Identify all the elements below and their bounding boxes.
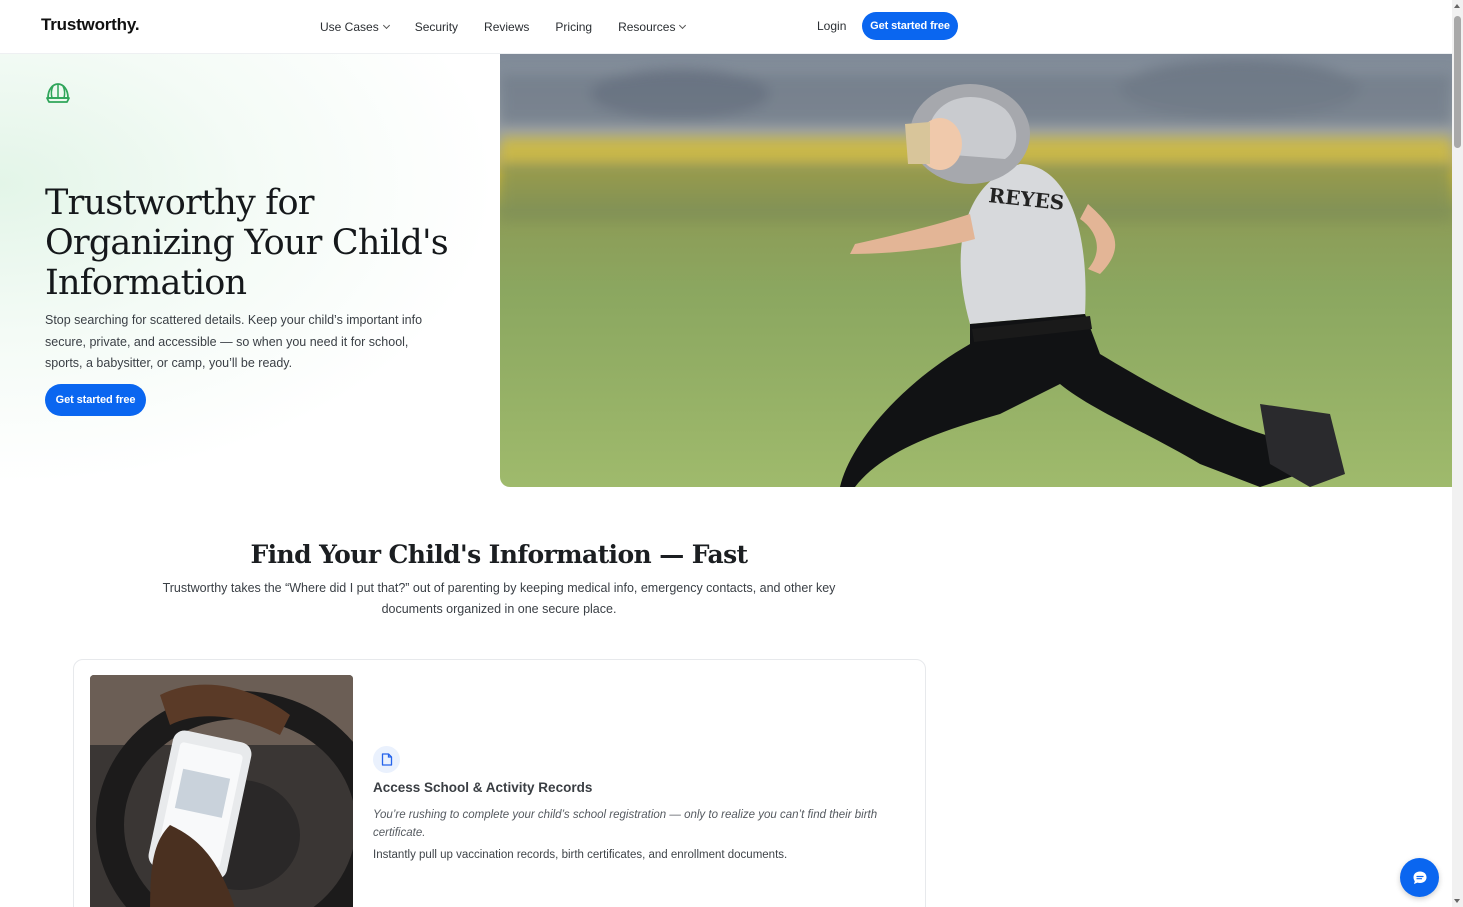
hero-subtitle: Stop searching for scattered details. Ke…	[45, 313, 423, 370]
nav-resources[interactable]: Resources	[618, 20, 687, 34]
logo[interactable]: Trustworthy.	[41, 15, 140, 35]
document-icon	[381, 753, 392, 766]
scrollbar[interactable]	[1452, 0, 1463, 907]
header-get-started-button[interactable]: Get started free	[862, 12, 958, 40]
nav-security[interactable]: Security	[415, 20, 458, 34]
chat-button[interactable]	[1400, 858, 1439, 897]
nav-reviews[interactable]: Reviews	[484, 20, 529, 34]
baseball-cap-icon	[46, 83, 70, 103]
section-title: Find Your Child's Information — Fast	[250, 540, 748, 569]
main-nav: Use Cases Security Reviews Pricing Resou…	[320, 0, 711, 54]
nav-use-cases-label: Use Cases	[320, 20, 379, 34]
section-subtitle: Trustworthy takes the “Where did I put t…	[162, 581, 836, 616]
nav-pricing[interactable]: Pricing	[555, 20, 592, 34]
phone-in-car-photo	[90, 675, 353, 907]
login-link[interactable]: Login	[817, 19, 846, 33]
scroll-thumb[interactable]	[1454, 16, 1461, 148]
hero-get-started-button[interactable]: Get started free	[45, 384, 146, 416]
card-body: Instantly pull up vaccination records, b…	[373, 849, 788, 861]
chat-icon	[1413, 871, 1426, 884]
card-icon-badge	[373, 746, 400, 773]
nav-use-cases[interactable]: Use Cases	[320, 20, 390, 34]
card-title: Access School & Activity Records	[373, 780, 593, 795]
chevron-down-icon	[679, 21, 687, 30]
site-header: Trustworthy. Use Cases Security Reviews …	[0, 0, 1452, 54]
scroll-down-arrow-icon[interactable]	[1454, 899, 1460, 903]
nav-reviews-label: Reviews	[484, 20, 530, 34]
boy-running-baseball-photo: REYES	[500, 54, 1452, 487]
feature-card: Access School & Activity Records You’re …	[73, 659, 926, 907]
hero-image: REYES	[500, 54, 1452, 487]
nav-security-label: Security	[414, 20, 459, 34]
hero-title: Trustworthy for Organizing Your Child's …	[45, 183, 449, 303]
card-image	[90, 675, 353, 907]
chevron-down-icon	[382, 21, 390, 30]
nav-resources-label: Resources	[618, 20, 676, 34]
card-quote: You’re rushing to complete your child’s …	[373, 809, 878, 839]
nav-pricing-label: Pricing	[555, 20, 593, 34]
scroll-up-arrow-icon[interactable]	[1454, 4, 1460, 8]
